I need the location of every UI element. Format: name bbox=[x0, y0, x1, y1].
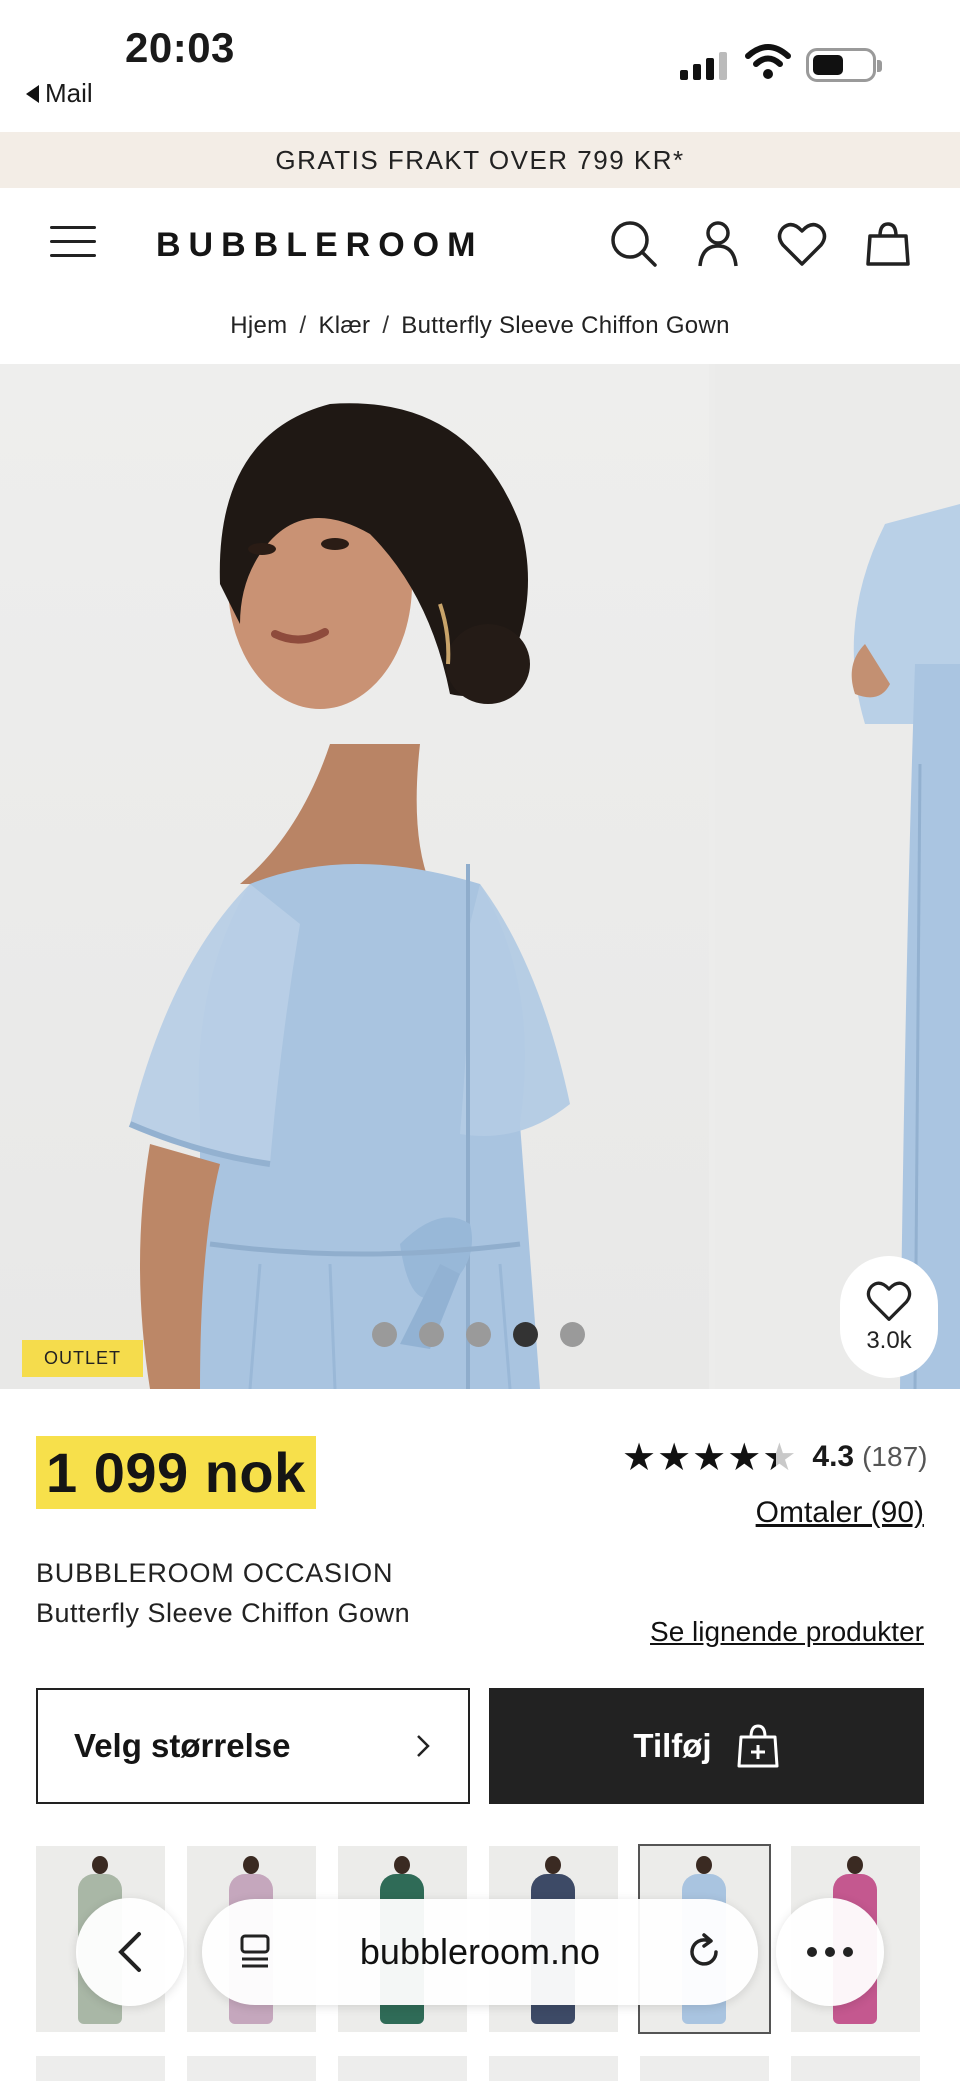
menu-icon[interactable] bbox=[50, 222, 96, 262]
select-size-label: Velg størrelse bbox=[74, 1727, 291, 1764]
thumbnail-placeholder[interactable] bbox=[791, 2056, 920, 2081]
breadcrumb-current: Butterfly Sleeve Chiffon Gown bbox=[401, 312, 730, 339]
thumbnail-placeholder[interactable] bbox=[187, 2056, 316, 2081]
chevron-left-icon bbox=[118, 1932, 141, 1972]
gallery-dot[interactable] bbox=[560, 1322, 585, 1347]
favorite-count: 3.0k bbox=[866, 1327, 912, 1354]
star-icon: ★ bbox=[622, 1435, 657, 1479]
cart-icon[interactable] bbox=[862, 218, 914, 270]
bag-plus-icon bbox=[737, 1724, 779, 1768]
free-shipping-banner[interactable]: GRATIS FRAKT OVER 799 KR* bbox=[0, 132, 960, 188]
thumbnail-model-head bbox=[243, 1856, 259, 1874]
back-to-app-link[interactable]: Mail bbox=[26, 78, 93, 109]
outlet-badge: OUTLET bbox=[22, 1340, 144, 1377]
product-image-gallery[interactable]: OUTLET 3.0k bbox=[0, 364, 960, 1389]
product-brand[interactable]: BUBBLEROOM OCCASION bbox=[36, 1558, 393, 1589]
add-to-cart-button[interactable]: Tilføj bbox=[489, 1688, 924, 1804]
gallery-dot[interactable] bbox=[419, 1322, 444, 1347]
color-variant-thumbnails-row2 bbox=[36, 2056, 960, 2081]
product-image-next[interactable] bbox=[715, 364, 960, 1389]
star-icon: ★ bbox=[727, 1435, 762, 1479]
breadcrumb-clothes[interactable]: Klær bbox=[318, 312, 370, 340]
thumbnail-model-head bbox=[394, 1856, 410, 1874]
reviews-link[interactable]: Omtaler (90) bbox=[756, 1496, 924, 1530]
thumbnail-placeholder[interactable] bbox=[489, 2056, 618, 2081]
similar-products-link[interactable]: Se lignende produkter bbox=[650, 1616, 924, 1648]
wishlist-icon[interactable] bbox=[776, 218, 828, 270]
select-size-button[interactable]: Velg størrelse bbox=[36, 1688, 470, 1804]
breadcrumb-home[interactable]: Hjem bbox=[230, 312, 287, 340]
add-to-cart-label: Tilføj bbox=[633, 1727, 712, 1764]
thumbnail-placeholder[interactable] bbox=[36, 2056, 165, 2081]
gallery-dot[interactable] bbox=[372, 1322, 397, 1347]
battery-icon bbox=[806, 48, 882, 82]
account-icon[interactable] bbox=[692, 218, 744, 270]
model-photo-next bbox=[851, 504, 960, 1389]
chevron-right-icon bbox=[417, 1735, 430, 1757]
breadcrumb-separator: / bbox=[382, 312, 390, 339]
gallery-dot[interactable] bbox=[466, 1322, 491, 1347]
back-triangle-icon bbox=[26, 84, 39, 103]
browser-back-button[interactable] bbox=[76, 1898, 184, 2006]
thumbnail-placeholder[interactable] bbox=[338, 2056, 467, 2081]
browser-more-button[interactable] bbox=[776, 1898, 884, 2006]
favorite-button[interactable]: 3.0k bbox=[840, 1256, 938, 1378]
thumbnail-model-head bbox=[696, 1856, 712, 1874]
breadcrumb: Hjem / Klær / Butterfly Sleeve Chiffon G… bbox=[0, 306, 960, 346]
star-icon: ★ bbox=[657, 1435, 692, 1479]
model-photo bbox=[128, 403, 570, 1389]
rating-count: (187) bbox=[862, 1441, 928, 1472]
product-name: Butterfly Sleeve Chiffon Gown bbox=[36, 1598, 411, 1628]
gallery-dot-active[interactable] bbox=[513, 1322, 538, 1347]
browser-url[interactable]: bubbleroom.no bbox=[276, 1931, 684, 1973]
search-icon[interactable] bbox=[608, 218, 660, 270]
rating-stars: ★ ★ ★ ★ ★★ bbox=[622, 1438, 796, 1476]
product-rating[interactable]: ★ ★ ★ ★ ★★ 4.3 (187) bbox=[622, 1438, 927, 1476]
product-image-main[interactable]: OUTLET bbox=[0, 364, 709, 1389]
wifi-icon bbox=[745, 44, 791, 79]
thumbnail-placeholder[interactable] bbox=[640, 2056, 769, 2081]
back-app-label: Mail bbox=[45, 78, 93, 108]
status-bar: 20:03 Mail bbox=[0, 0, 960, 132]
more-dots-icon bbox=[807, 1947, 853, 1957]
reader-mode-icon[interactable] bbox=[236, 1932, 276, 1972]
status-time: 20:03 bbox=[125, 24, 235, 71]
gallery-pagination[interactable] bbox=[372, 1322, 585, 1347]
cellular-signal-icon bbox=[680, 50, 727, 80]
star-partial-icon: ★★ bbox=[762, 1435, 797, 1479]
thumbnail-model-head bbox=[847, 1856, 863, 1874]
heart-icon bbox=[866, 1281, 912, 1321]
product-price: 1 099 nok bbox=[36, 1436, 316, 1509]
thumbnail-model-head bbox=[545, 1856, 561, 1874]
browser-address-bar[interactable]: bubbleroom.no bbox=[202, 1899, 758, 2005]
thumbnail-model-head bbox=[92, 1856, 108, 1874]
star-icon: ★ bbox=[692, 1435, 727, 1479]
breadcrumb-separator: / bbox=[299, 312, 307, 339]
site-logo[interactable]: BUBBLEROOM bbox=[156, 226, 483, 265]
reload-icon[interactable] bbox=[684, 1932, 724, 1972]
site-header: BUBBLEROOM bbox=[0, 188, 960, 298]
rating-value: 4.3 bbox=[812, 1440, 855, 1473]
product-page: 20:03 Mail GRATIS FRAKT OVER 799 KR* BUB… bbox=[0, 0, 960, 2081]
